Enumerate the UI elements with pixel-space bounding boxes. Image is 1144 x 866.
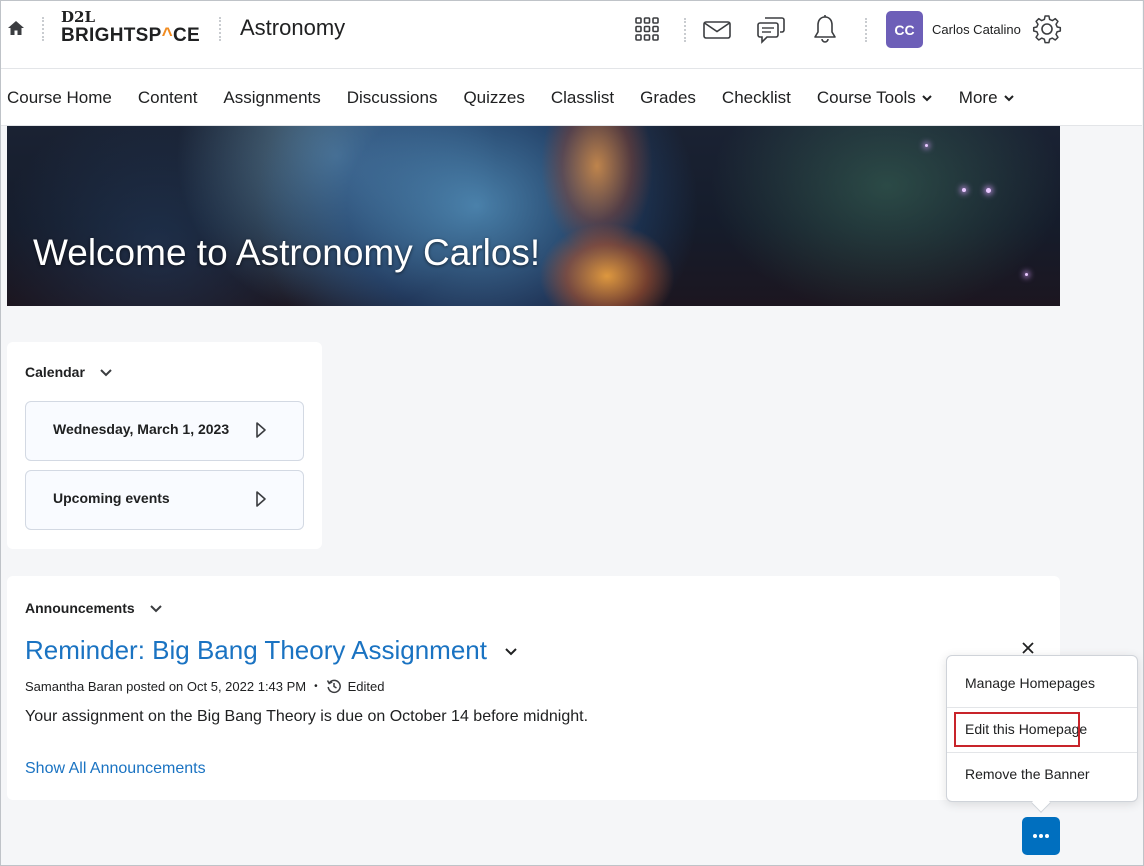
calendar-widget-header[interactable]: Calendar xyxy=(25,364,113,380)
banner-title: Welcome to Astronomy Carlos! xyxy=(33,232,541,273)
chat-icon xyxy=(757,17,785,44)
nav-item-content[interactable]: Content xyxy=(138,88,198,108)
close-icon[interactable] xyxy=(1020,640,1036,656)
mail-button[interactable] xyxy=(701,14,733,46)
nav-item-quizzes[interactable]: Quizzes xyxy=(463,88,524,108)
nav-item-checklist[interactable]: Checklist xyxy=(722,88,791,108)
nav-list: Course Home Content Assignments Discussi… xyxy=(1,69,1142,126)
d2l-brightspace-logo[interactable]: D2L BRIGHTSP^CE xyxy=(61,9,200,47)
nav-item-assignments[interactable]: Assignments xyxy=(223,88,320,108)
show-all-announcements-link[interactable]: Show All Announcements xyxy=(25,760,206,778)
menu-item-manage-homepages[interactable]: Manage Homepages xyxy=(947,661,1137,706)
announcement-title-link[interactable]: Reminder: Big Bang Theory Assignment xyxy=(25,635,519,666)
announcement-author-date: Samantha Baran posted on Oct 5, 2022 1:4… xyxy=(25,678,307,694)
banner-star xyxy=(1025,273,1028,276)
nav-item-grades[interactable]: Grades xyxy=(640,88,696,108)
announcement-body: Your assignment on the Big Bang Theory i… xyxy=(25,708,589,725)
nav-item-more[interactable]: More xyxy=(959,88,1015,108)
course-navbar: Course Home Content Assignments Discussi… xyxy=(1,69,1142,126)
more-options-button[interactable] xyxy=(1022,817,1060,855)
play-arrow-icon xyxy=(256,491,266,507)
meta-separator: • xyxy=(314,680,318,692)
nav-item-course-home[interactable]: Course Home xyxy=(7,88,112,108)
chevron-down-icon xyxy=(922,94,932,101)
menu-item-remove-banner[interactable]: Remove the Banner xyxy=(947,752,1137,797)
announcements-widget: Announcements Reminder: Big Bang Theory … xyxy=(7,576,1060,800)
homepage-options-menu: Manage Homepages Edit this Homepage Remo… xyxy=(946,655,1138,813)
calendar-widget-title: Calendar xyxy=(25,364,85,380)
chevron-down-icon[interactable] xyxy=(503,643,519,659)
divider xyxy=(219,17,221,41)
calendar-date-item[interactable]: Wednesday, March 1, 2023 xyxy=(25,401,304,461)
announcement-edited-label: Edited xyxy=(347,678,385,694)
settings-button[interactable] xyxy=(1031,13,1063,45)
menu-item-edit-homepage[interactable]: Edit this Homepage xyxy=(947,707,1137,752)
avatar[interactable]: CC xyxy=(886,11,923,48)
announcement-title: Reminder: Big Bang Theory Assignment xyxy=(25,635,487,665)
banner-star xyxy=(925,144,928,147)
logo-d2l-text: D2L xyxy=(61,8,95,26)
nav-item-classlist[interactable]: Classlist xyxy=(551,88,614,108)
upcoming-events-item[interactable]: Upcoming events xyxy=(25,470,304,530)
banner-star xyxy=(986,188,991,193)
course-banner: Welcome to Astronomy Carlos! xyxy=(7,126,1060,306)
chevron-down-icon xyxy=(100,369,112,377)
chevron-down-icon xyxy=(149,605,162,613)
calendar-widget: Calendar Wednesday, March 1, 2023 Upcomi… xyxy=(7,342,322,549)
divider xyxy=(684,18,686,42)
more-horizontal-icon xyxy=(1033,834,1049,838)
divider xyxy=(865,18,867,42)
notifications-button[interactable] xyxy=(809,13,841,45)
nav-item-discussions[interactable]: Discussions xyxy=(347,88,438,108)
apps-grid-button[interactable] xyxy=(631,13,663,45)
gear-icon xyxy=(1032,15,1062,44)
bell-icon xyxy=(814,15,836,43)
chat-button[interactable] xyxy=(755,14,787,46)
play-arrow-icon xyxy=(256,422,266,438)
nav-item-course-tools[interactable]: Course Tools xyxy=(817,88,933,108)
apps-grid-icon xyxy=(635,17,659,41)
announcements-widget-header[interactable]: Announcements xyxy=(25,600,163,616)
course-title[interactable]: Astronomy xyxy=(240,15,345,41)
user-name[interactable]: Carlos Catalino xyxy=(932,22,1021,37)
logo-brand-text: BRIGHTSP^CE xyxy=(61,25,200,46)
chevron-down-icon xyxy=(1003,94,1014,101)
home-icon[interactable] xyxy=(6,18,26,38)
banner-star xyxy=(962,188,966,192)
announcements-widget-title: Announcements xyxy=(25,600,135,616)
calendar-date-label: Wednesday, March 1, 2023 xyxy=(53,421,230,437)
top-bar: D2L BRIGHTSP^CE Astronomy CC Carlos Cata… xyxy=(1,1,1142,69)
announcement-meta: Samantha Baran posted on Oct 5, 2022 1:4… xyxy=(25,678,385,694)
divider xyxy=(42,17,44,41)
upcoming-events-label: Upcoming events xyxy=(53,490,170,506)
history-icon xyxy=(326,679,341,694)
mail-icon xyxy=(703,21,731,39)
